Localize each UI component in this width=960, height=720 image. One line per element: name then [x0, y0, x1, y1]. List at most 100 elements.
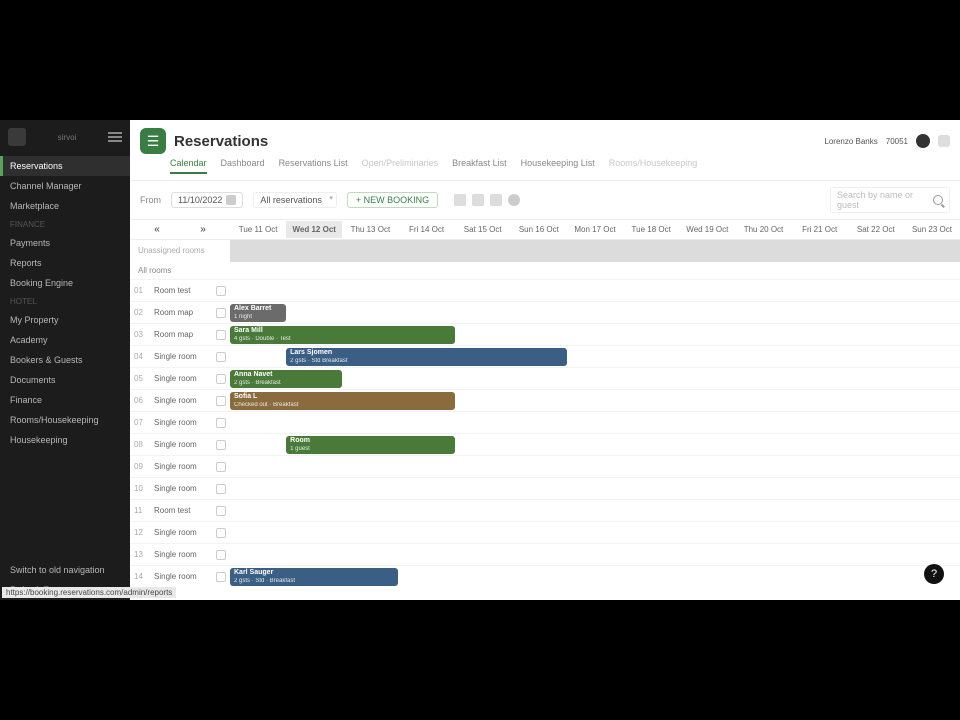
booking-bar[interactable]: Anna Navet2 gsts · Breakfast: [230, 370, 342, 388]
tab-breakfast-list[interactable]: Breakfast List: [452, 158, 507, 174]
booking-bar[interactable]: Sara Mill4 gsts · Double · Test: [230, 326, 455, 344]
date-column[interactable]: Fri 21 Oct: [792, 221, 848, 238]
room-track[interactable]: [230, 478, 960, 499]
sidebar-item-documents[interactable]: Documents: [0, 370, 130, 390]
sidebar-footer-switch-to-old-navigation[interactable]: Switch to old navigation: [0, 560, 130, 580]
booking-subtitle: 1 night: [234, 313, 282, 321]
date-column[interactable]: Sun 16 Oct: [511, 221, 567, 238]
sidebar-item-finance[interactable]: Finance: [0, 390, 130, 410]
tab-open-preliminaries[interactable]: Open/Preliminaries: [362, 158, 439, 174]
date-picker[interactable]: 11/10/2022: [171, 192, 243, 208]
date-column[interactable]: Thu 13 Oct: [342, 221, 398, 238]
room-track[interactable]: Sara Mill4 gsts · Double · Test: [230, 324, 960, 345]
menu-toggle-icon[interactable]: [108, 132, 122, 142]
date-value: 11/10/2022: [178, 195, 222, 205]
room-track[interactable]: [230, 456, 960, 477]
room-track[interactable]: Lars Sjomen2 gsts · Std Breakfast: [230, 346, 960, 367]
room-number: 13: [134, 550, 150, 559]
room-status-icon[interactable]: [216, 330, 226, 340]
booking-bar[interactable]: Lars Sjomen2 gsts · Std Breakfast: [286, 348, 567, 366]
sidebar-item-reservations[interactable]: Reservations: [0, 156, 130, 176]
date-column[interactable]: Tue 11 Oct: [230, 221, 286, 238]
unassigned-track[interactable]: [230, 240, 960, 262]
sidebar-item-channel-manager[interactable]: Channel Manager: [0, 176, 130, 196]
booking-bar[interactable]: Karl Sauger2 gsts · Std · Breakfast: [230, 568, 398, 586]
room-status-icon[interactable]: [216, 286, 226, 296]
date-column[interactable]: Wed 19 Oct: [679, 221, 735, 238]
room-status-icon[interactable]: [216, 528, 226, 538]
date-column[interactable]: Wed 12 Oct: [286, 221, 342, 238]
room-row: 07Single room: [130, 411, 960, 433]
room-name: Single room: [154, 484, 212, 493]
view-day-icon[interactable]: [454, 194, 466, 206]
tab-dashboard[interactable]: Dashboard: [221, 158, 265, 174]
date-column[interactable]: Sun 23 Oct: [904, 221, 960, 238]
room-name: Single room: [154, 572, 212, 581]
calendar-icon: [226, 195, 236, 205]
room-number: 09: [134, 462, 150, 471]
room-track[interactable]: Alex Barret1 night: [230, 302, 960, 323]
room-track[interactable]: Anna Navet2 gsts · Breakfast: [230, 368, 960, 389]
booking-bar[interactable]: Sofia LChecked out · Breakfast: [230, 392, 455, 410]
date-column[interactable]: Sat 15 Oct: [455, 221, 511, 238]
booking-title: Karl Sauger: [234, 569, 394, 577]
room-status-icon[interactable]: [216, 550, 226, 560]
room-track[interactable]: [230, 280, 960, 301]
view-month-icon[interactable]: [490, 194, 502, 206]
sidebar-item-academy[interactable]: Academy: [0, 330, 130, 350]
tab-calendar[interactable]: Calendar: [170, 158, 207, 174]
date-column[interactable]: Tue 18 Oct: [623, 221, 679, 238]
room-status-icon[interactable]: [216, 418, 226, 428]
room-status-icon[interactable]: [216, 572, 226, 582]
sidebar-item-bookers-guests[interactable]: Bookers & Guests: [0, 350, 130, 370]
help-button[interactable]: ?: [924, 564, 944, 584]
room-status-icon[interactable]: [216, 352, 226, 362]
filter-select[interactable]: All reservations: [253, 192, 337, 208]
room-status-icon[interactable]: [216, 506, 226, 516]
room-number: 14: [134, 572, 150, 581]
sidebar-item-reports[interactable]: Reports: [0, 253, 130, 273]
room-status-icon[interactable]: [216, 396, 226, 406]
next-week-button[interactable]: »: [196, 224, 210, 235]
room-status-icon[interactable]: [216, 440, 226, 450]
sidebar-item-rooms-housekeeping[interactable]: Rooms/Housekeeping: [0, 410, 130, 430]
room-status-icon[interactable]: [216, 308, 226, 318]
date-column[interactable]: Fri 14 Oct: [398, 221, 454, 238]
room-number: 07: [134, 418, 150, 427]
sidebar-item-my-property[interactable]: My Property: [0, 310, 130, 330]
view-week-icon[interactable]: [472, 194, 484, 206]
sidebar-item-marketplace[interactable]: Marketplace: [0, 196, 130, 216]
room-track[interactable]: [230, 522, 960, 543]
room-track[interactable]: [230, 412, 960, 433]
room-track[interactable]: [230, 500, 960, 521]
room-status-icon[interactable]: [216, 462, 226, 472]
avatar[interactable]: [916, 134, 930, 148]
tab-rooms-housekeeping[interactable]: Rooms/Housekeeping: [609, 158, 698, 174]
room-status-icon[interactable]: [216, 374, 226, 384]
room-track[interactable]: Sofia LChecked out · Breakfast: [230, 390, 960, 411]
sidebar-item-booking-engine[interactable]: Booking Engine: [0, 273, 130, 293]
room-row: 10Single room: [130, 477, 960, 499]
room-row: 02Room mapAlex Barret1 night: [130, 301, 960, 323]
search-input[interactable]: Search by name or guest: [830, 187, 950, 213]
room-track[interactable]: [230, 544, 960, 565]
tab-housekeeping-list[interactable]: Housekeeping List: [521, 158, 595, 174]
sidebar-item-housekeeping[interactable]: Housekeeping: [0, 430, 130, 450]
account-name[interactable]: Lorenzo Banks: [824, 137, 877, 146]
new-booking-button[interactable]: + NEW BOOKING: [347, 192, 438, 208]
sidebar-item-payments[interactable]: Payments: [0, 233, 130, 253]
gear-icon[interactable]: [508, 194, 520, 206]
date-column[interactable]: Thu 20 Oct: [735, 221, 791, 238]
app-switcher-icon[interactable]: [938, 135, 950, 147]
room-number: 02: [134, 308, 150, 317]
prev-week-button[interactable]: «: [150, 224, 164, 235]
booking-bar[interactable]: Room1 guest: [286, 436, 454, 454]
tab-reservations-list[interactable]: Reservations List: [279, 158, 348, 174]
date-column[interactable]: Mon 17 Oct: [567, 221, 623, 238]
booking-bar[interactable]: Alex Barret1 night: [230, 304, 286, 322]
booking-title: Room: [290, 437, 450, 445]
date-column[interactable]: Sat 22 Oct: [848, 221, 904, 238]
room-status-icon[interactable]: [216, 484, 226, 494]
room-track[interactable]: Room1 guest: [230, 434, 960, 455]
room-track[interactable]: Karl Sauger2 gsts · Std · Breakfast: [230, 566, 960, 587]
